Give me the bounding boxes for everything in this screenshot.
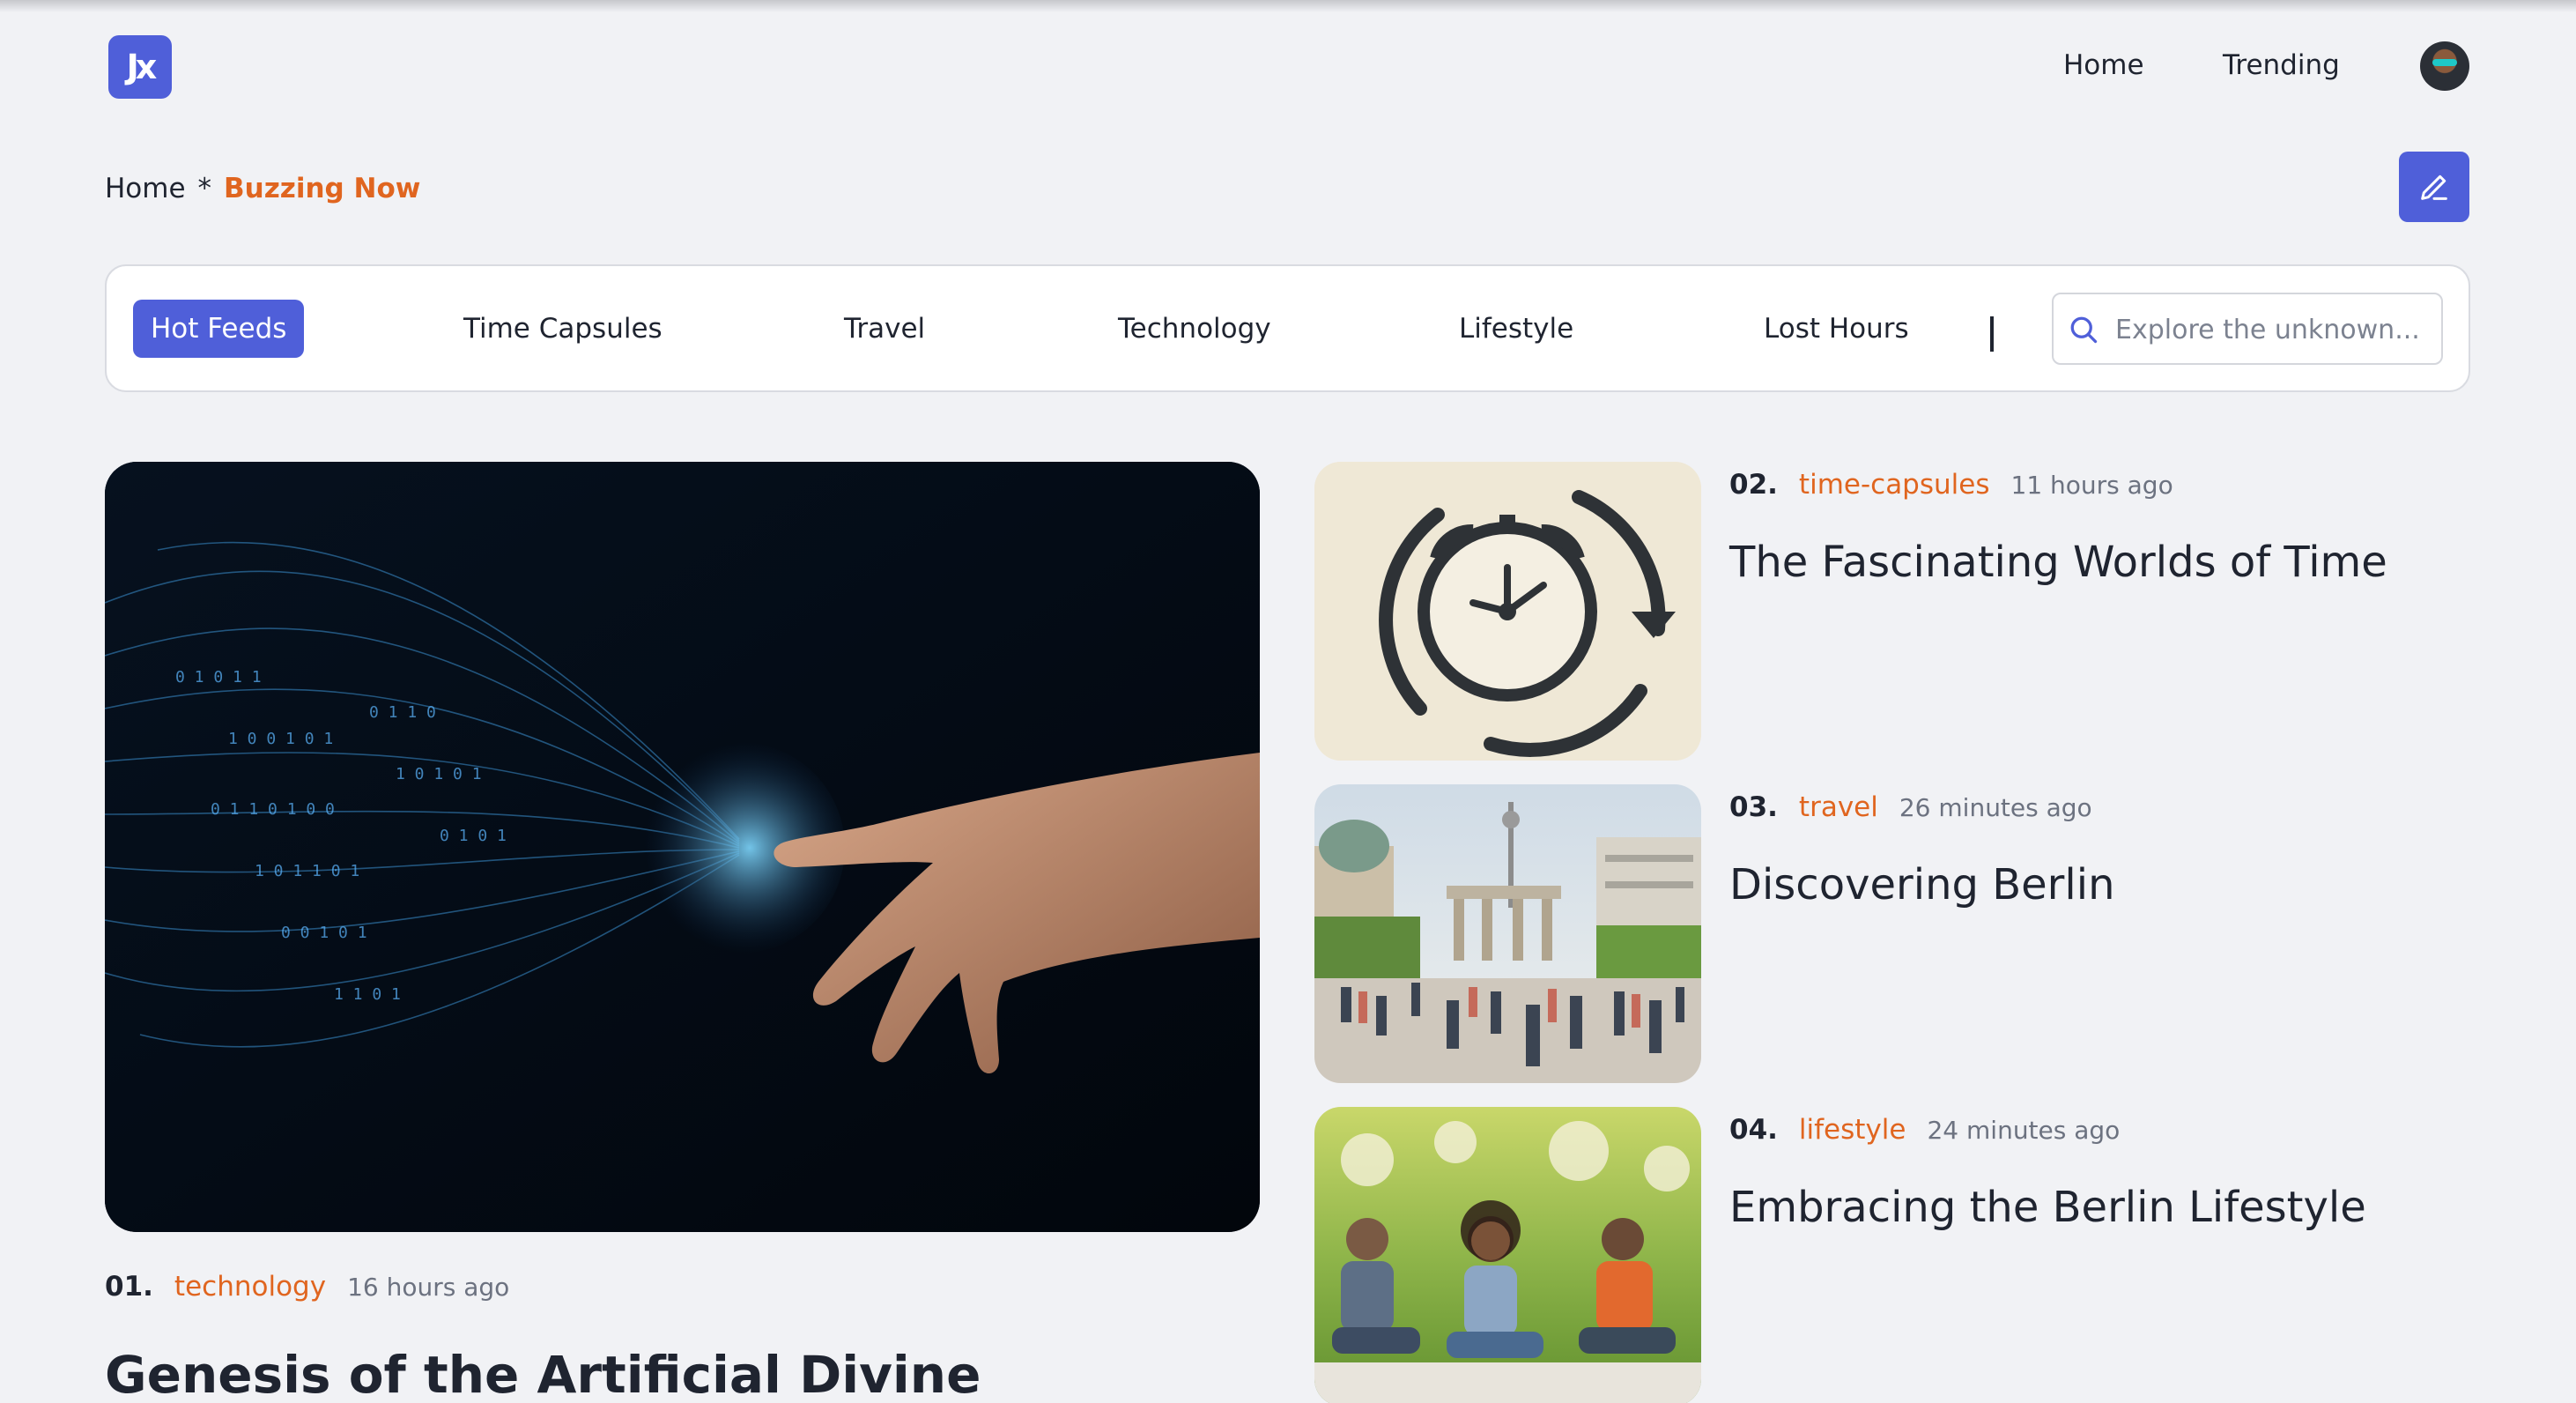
- category-bar: Hot Feeds Time Capsules Travel Technolog…: [105, 264, 2470, 392]
- post-thumbnail[interactable]: [1314, 1107, 1701, 1403]
- featured-time: 16 hours ago: [347, 1273, 510, 1302]
- alarm-clock-image: [1314, 462, 1701, 761]
- featured-title[interactable]: Genesis of the Artificial Divine: [105, 1340, 981, 1403]
- site-logo[interactable]: Jx: [108, 35, 172, 99]
- post-meta: 04. lifestyle 24 minutes ago: [1729, 1110, 2120, 1150]
- featured-meta: 01. technology 16 hours ago: [105, 1267, 509, 1307]
- edit-button[interactable]: [2399, 152, 2469, 222]
- featured-image[interactable]: 0 1 0 1 1 1 0 0 1 0 1 0 1 1 0 1 0 0 1 0 …: [105, 462, 1260, 1232]
- svg-text:0 1 1 0: 0 1 1 0: [369, 703, 436, 722]
- post-time: 26 minutes ago: [1899, 793, 2092, 822]
- post-title[interactable]: Discovering Berlin: [1729, 857, 2115, 913]
- tab-technology[interactable]: Technology: [1118, 300, 1271, 358]
- tab-travel[interactable]: Travel: [844, 300, 925, 358]
- breadcrumb-current: Buzzing Now: [224, 173, 421, 204]
- nav-trending-link[interactable]: Trending: [2223, 46, 2340, 85]
- svg-text:1 0 0 1 0 1: 1 0 0 1 0 1: [228, 730, 333, 748]
- breadcrumb-separator: *: [197, 173, 212, 204]
- tab-hot-feeds[interactable]: Hot Feeds: [133, 300, 305, 358]
- post-number: 02.: [1729, 469, 1778, 501]
- post-thumbnail[interactable]: [1314, 784, 1701, 1083]
- svg-text:1 0 1 0 1: 1 0 1 0 1: [396, 765, 482, 783]
- featured-category-link[interactable]: technology: [174, 1271, 326, 1303]
- post-title[interactable]: The Fascinating Worlds of Time: [1729, 534, 2387, 590]
- user-avatar[interactable]: [2420, 41, 2469, 91]
- category-divider: [1990, 316, 1994, 352]
- breadcrumb: Home * Buzzing Now: [105, 169, 420, 208]
- svg-text:0 0 1 0 1: 0 0 1 0 1: [281, 924, 367, 942]
- featured-number: 01.: [105, 1271, 153, 1303]
- search-input[interactable]: [2115, 305, 2432, 354]
- top-shadow: [0, 0, 2576, 12]
- park-picnic-image: [1314, 1107, 1701, 1403]
- svg-text:0 1 0 1: 0 1 0 1: [440, 827, 507, 845]
- berlin-street-image: [1314, 784, 1701, 1083]
- logo-text: Jx: [126, 48, 158, 86]
- pencil-icon: [2421, 174, 2447, 200]
- post-title[interactable]: Embracing the Berlin Lifestyle: [1729, 1179, 2366, 1236]
- digital-hand-image: 0 1 0 1 1 1 0 0 1 0 1 0 1 1 0 1 0 0 1 0 …: [105, 462, 1260, 1232]
- post-number: 04.: [1729, 1114, 1778, 1146]
- search-box[interactable]: [2052, 293, 2443, 365]
- svg-text:1 1 0 1: 1 1 0 1: [334, 985, 401, 1004]
- tab-lost-hours[interactable]: Lost Hours: [1764, 300, 1909, 358]
- post-meta: 02. time-capsules 11 hours ago: [1729, 465, 2173, 505]
- post-category-link[interactable]: time-capsules: [1799, 469, 1990, 501]
- post-time: 11 hours ago: [2010, 471, 2173, 500]
- tab-time-capsules[interactable]: Time Capsules: [463, 300, 663, 358]
- nav-home-link[interactable]: Home: [2063, 46, 2144, 85]
- post-meta: 03. travel 26 minutes ago: [1729, 788, 2092, 828]
- post-time: 24 minutes ago: [1927, 1116, 2121, 1145]
- svg-text:1 0 1 1 0 1: 1 0 1 1 0 1: [255, 862, 359, 880]
- post-category-link[interactable]: travel: [1799, 791, 1878, 823]
- post-number: 03.: [1729, 791, 1778, 823]
- svg-text:0 1 0 1 1: 0 1 0 1 1: [175, 668, 262, 687]
- post-category-link[interactable]: lifestyle: [1799, 1114, 1906, 1146]
- breadcrumb-home[interactable]: Home: [105, 173, 186, 204]
- post-thumbnail[interactable]: [1314, 462, 1701, 761]
- tab-lifestyle[interactable]: Lifestyle: [1459, 300, 1573, 358]
- svg-text:0 1 1 0 1 0 0: 0 1 1 0 1 0 0: [211, 800, 335, 819]
- search-icon: [2070, 316, 2098, 344]
